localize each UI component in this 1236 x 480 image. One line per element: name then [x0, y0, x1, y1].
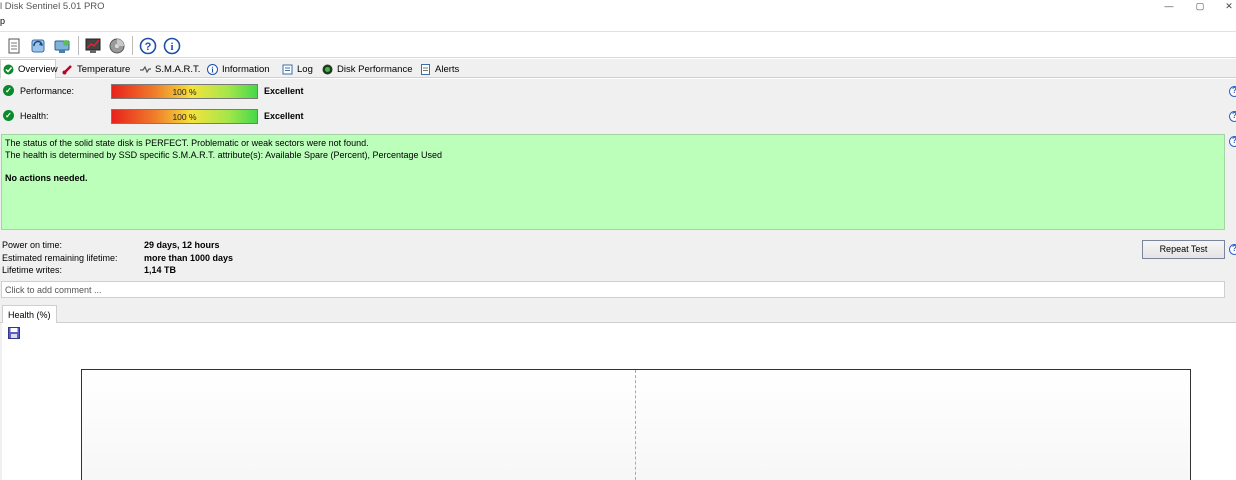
tab-alerts[interactable]: Alerts [418, 60, 461, 78]
disk-icon[interactable] [106, 35, 128, 56]
comment-field[interactable]: Click to add comment ... [1, 281, 1225, 298]
tab-label: Disk Performance [337, 63, 413, 75]
menu-item[interactable]: p [0, 16, 5, 26]
tab-smart[interactable]: S.M.A.R.T. [138, 60, 202, 78]
toolbar: ? i [0, 31, 1236, 58]
tab-log[interactable]: Log [280, 60, 315, 78]
svg-text:i: i [170, 41, 173, 53]
tab-disk-performance[interactable]: Disk Performance [320, 60, 415, 78]
health-status-line: The status of the solid state disk is PE… [5, 138, 369, 148]
repeat-test-button[interactable]: Repeat Test [1142, 240, 1225, 259]
tab-health-percent[interactable]: Health (%) [2, 305, 57, 324]
health-chart-area [2, 323, 1236, 480]
report-icon[interactable] [3, 35, 25, 56]
performance-value: Excellent [264, 86, 304, 96]
tab-label: S.M.A.R.T. [155, 63, 201, 75]
toolbar-separator [78, 36, 79, 55]
info-row: Estimated remaining lifetime: more than … [2, 252, 402, 265]
help-icon[interactable]: ? [1229, 244, 1236, 255]
check-icon: ✓ [3, 85, 14, 96]
tab-label: Overview [18, 63, 58, 75]
log-icon [282, 64, 293, 75]
minimize-button[interactable]: — [1160, 0, 1178, 13]
health-status-box: The status of the solid state disk is PE… [1, 134, 1225, 230]
help-icon[interactable]: ? [1229, 136, 1236, 147]
info-value: 1,14 TB [144, 265, 177, 275]
network-icon[interactable] [51, 35, 73, 56]
refresh-icon[interactable] [27, 35, 49, 56]
health-plot [81, 369, 1191, 480]
health-row: ✓ Health: 100 % Excellent ? [0, 106, 1236, 126]
help-icon[interactable]: ? [1229, 86, 1236, 97]
tab-information[interactable]: i Information [205, 60, 272, 78]
help-icon[interactable]: ? [137, 35, 159, 56]
tab-label: Log [297, 63, 313, 75]
smart-icon [140, 64, 151, 75]
info-icon: i [207, 63, 218, 75]
tab-overview[interactable]: Overview [0, 59, 58, 79]
tab-label: Temperature [77, 63, 131, 75]
help-icon[interactable]: ? [1229, 111, 1236, 122]
health-value: Excellent [264, 111, 304, 121]
info-value: 29 days, 12 hours [144, 240, 220, 250]
alerts-icon [420, 63, 431, 75]
tab-label: Information [222, 63, 270, 75]
main-tabs: Overview Temperature S.M.A.R.T. i Inform… [0, 59, 1236, 79]
check-icon: ✓ [3, 110, 14, 121]
disk-info: Power on time: 29 days, 12 hours Estimat… [2, 239, 402, 277]
tab-temperature[interactable]: Temperature [60, 60, 132, 78]
info-icon[interactable]: i [161, 35, 183, 56]
monitor-icon[interactable] [82, 35, 104, 56]
title-bar: l Disk Sentinel 5.01 PRO — ▢ ✕ [0, 0, 1236, 14]
save-icon[interactable] [8, 327, 20, 339]
close-button[interactable]: ✕ [1220, 0, 1236, 13]
toolbar-separator [132, 36, 133, 55]
grid-line [635, 370, 636, 480]
overview-panel: ✓ Performance: 100 % Excellent ? ✓ Healt… [0, 79, 1236, 480]
tab-label: Alerts [435, 63, 460, 75]
chart-tabs: Health (%) [0, 305, 1236, 324]
info-row: Lifetime writes: 1,14 TB [2, 264, 402, 277]
svg-text:?: ? [145, 41, 152, 53]
maximize-button[interactable]: ▢ [1191, 0, 1209, 13]
info-row: Power on time: 29 days, 12 hours [2, 239, 402, 252]
health-label: Health: [20, 111, 49, 121]
window-title: l Disk Sentinel 5.01 PRO [0, 1, 105, 12]
health-status-line: The health is determined by SSD specific… [5, 150, 443, 160]
info-label: Estimated remaining lifetime: [2, 252, 118, 263]
check-icon [3, 64, 14, 75]
performance-percent: 100 % [172, 87, 197, 97]
info-value: more than 1000 days [144, 252, 234, 263]
performance-bar: 100 % [111, 84, 258, 99]
performance-row: ✓ Performance: 100 % Excellent ? [0, 81, 1236, 101]
info-label: Power on time: [2, 240, 63, 250]
performance-label: Performance: [20, 86, 75, 96]
thermometer-icon [62, 64, 73, 75]
menu-bar: p [0, 14, 1236, 30]
health-percent: 100 % [172, 112, 197, 122]
performance-icon [322, 64, 333, 75]
info-label: Lifetime writes: [2, 265, 63, 275]
health-bar: 100 % [111, 109, 258, 124]
health-action-text: No actions needed. [5, 173, 88, 183]
